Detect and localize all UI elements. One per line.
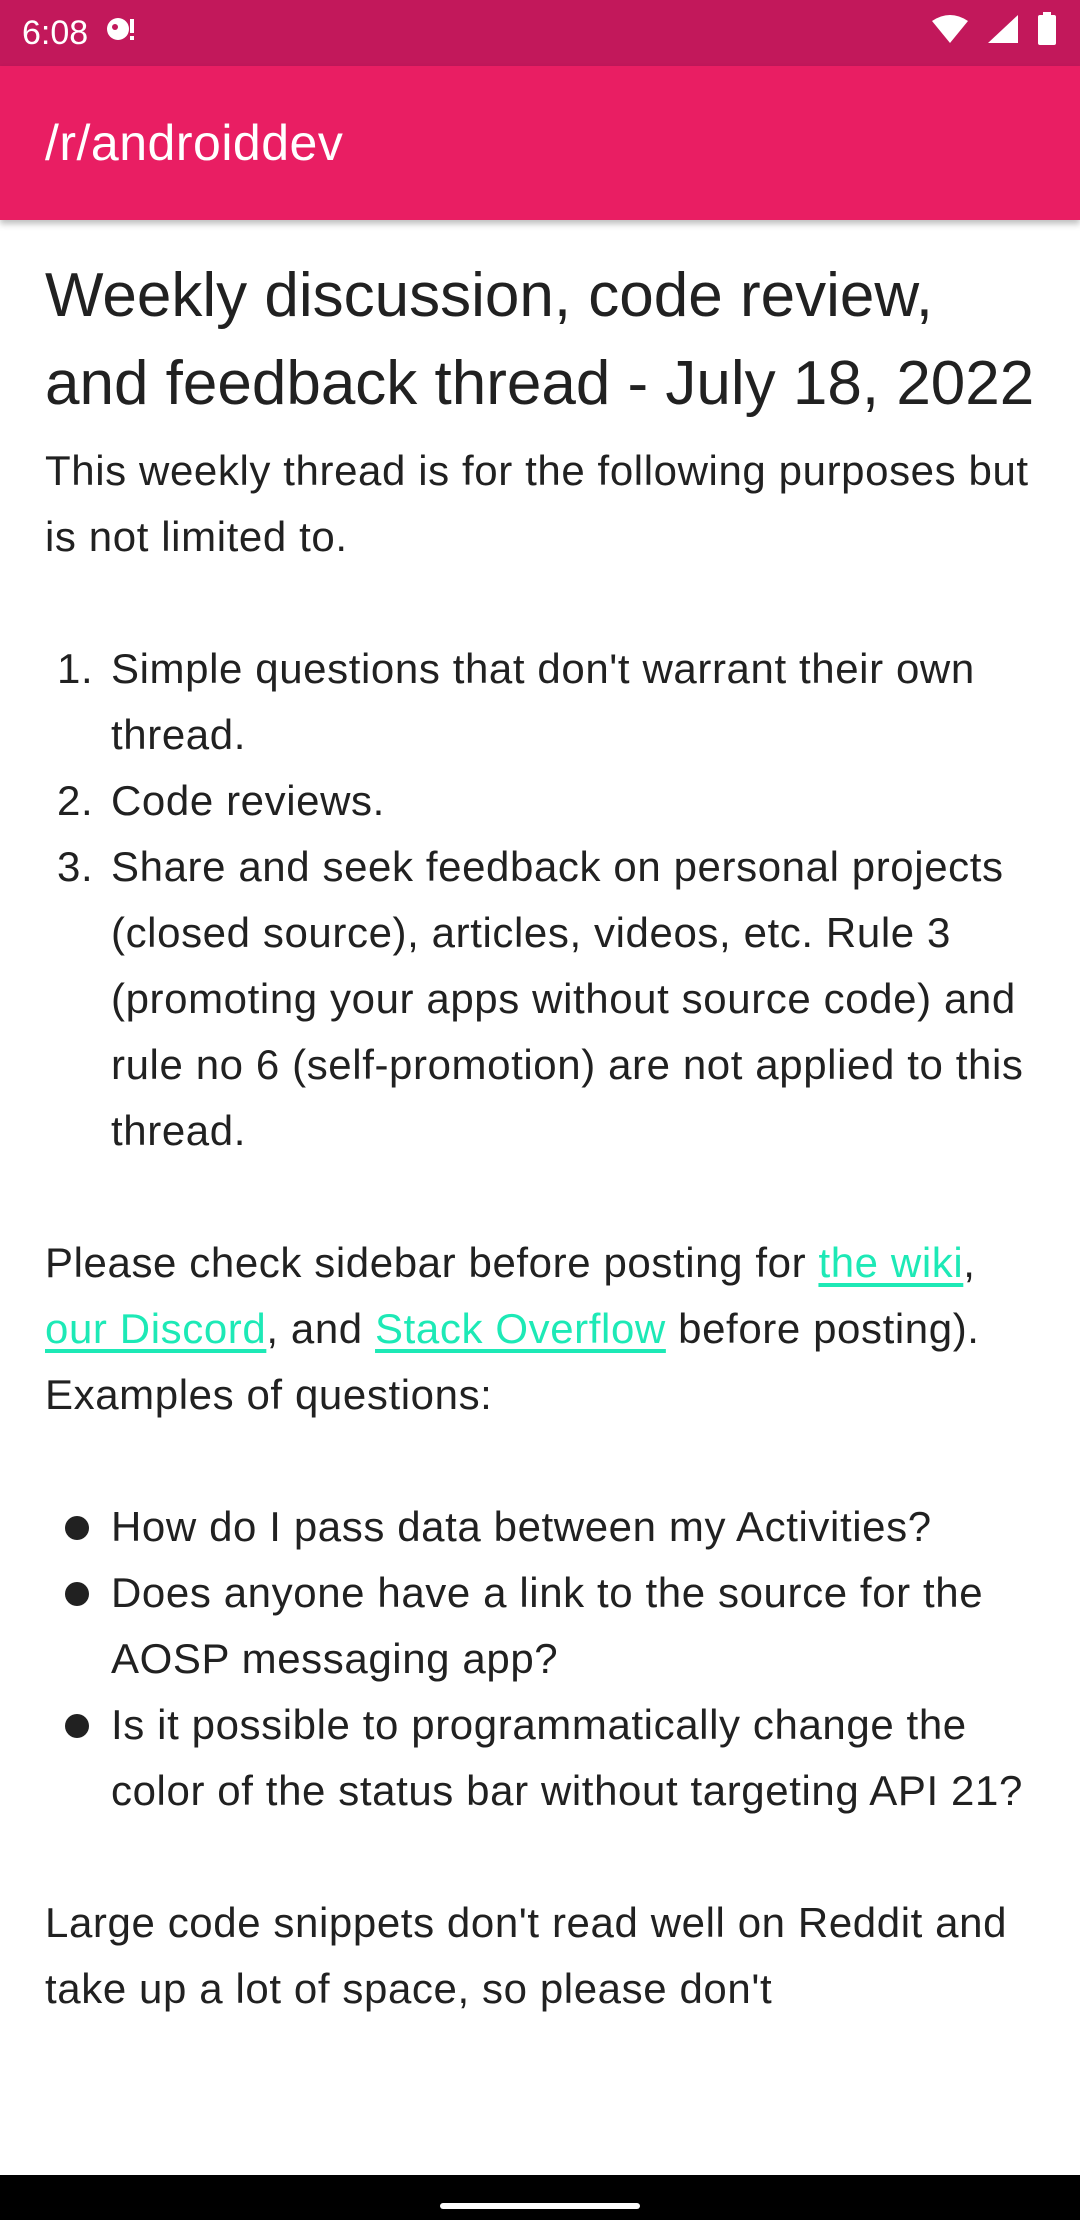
status-time: 6:08 bbox=[22, 13, 89, 52]
purpose-list: 1. Simple questions that don't warrant t… bbox=[45, 636, 1035, 1164]
bullet-icon bbox=[65, 1714, 89, 1738]
list-item-text: How do I pass data between my Activities… bbox=[111, 1503, 932, 1550]
closing-paragraph: Large code snippets don't read well on R… bbox=[45, 1899, 1008, 2012]
post-body: This weekly thread is for the following … bbox=[45, 438, 1035, 2022]
intro-paragraph: This weekly thread is for the following … bbox=[45, 447, 1029, 560]
list-item: 2. Code reviews. bbox=[45, 768, 1035, 834]
app-bar: /r/androiddev bbox=[0, 66, 1080, 220]
list-item: Is it possible to programmatically chang… bbox=[45, 1692, 1035, 1824]
list-item-text: Code reviews. bbox=[111, 777, 385, 824]
bullet-icon bbox=[65, 1582, 89, 1606]
status-right bbox=[930, 11, 1058, 55]
list-item-text: Simple questions that don't warrant thei… bbox=[111, 645, 975, 758]
discord-link[interactable]: our Discord bbox=[45, 1305, 266, 1352]
list-item-text: Share and seek feedback on personal proj… bbox=[111, 843, 1024, 1154]
wiki-link[interactable]: the wiki bbox=[818, 1239, 963, 1286]
bullet-icon bbox=[65, 1516, 89, 1540]
list-number: 3. bbox=[57, 843, 94, 890]
sidebar-sep: , and bbox=[266, 1305, 376, 1352]
list-item-text: Is it possible to programmatically chang… bbox=[111, 1701, 1023, 1814]
post-title: Weekly discussion, code review, and feed… bbox=[45, 261, 1035, 418]
app-title: /r/androiddev bbox=[45, 115, 344, 171]
notification-icon bbox=[102, 13, 138, 54]
list-item: How do I pass data between my Activities… bbox=[45, 1494, 1035, 1560]
status-bar: 6:08 bbox=[0, 0, 1080, 66]
post-content: Weekly discussion, code review, and feed… bbox=[45, 220, 1035, 2175]
list-number: 2. bbox=[57, 777, 94, 824]
list-item: 1. Simple questions that don't warrant t… bbox=[45, 636, 1035, 768]
list-item: Does anyone have a link to the source fo… bbox=[45, 1560, 1035, 1692]
battery-icon bbox=[1036, 11, 1058, 55]
stackoverflow-link[interactable]: Stack Overflow bbox=[375, 1305, 666, 1352]
list-item: 3. Share and seek feedback on personal p… bbox=[45, 834, 1035, 1164]
list-number: 1. bbox=[57, 645, 94, 692]
list-item-text: Does anyone have a link to the source fo… bbox=[111, 1569, 984, 1682]
wifi-icon bbox=[930, 13, 970, 54]
sidebar-paragraph: Please check sidebar before posting for … bbox=[45, 1230, 1035, 1428]
sidebar-sep: , bbox=[963, 1239, 976, 1286]
signal-icon bbox=[986, 13, 1020, 54]
examples-list: How do I pass data between my Activities… bbox=[45, 1494, 1035, 1824]
navigation-bar bbox=[0, 2175, 1080, 2220]
sidebar-text-before: Please check sidebar before posting for bbox=[45, 1239, 819, 1286]
home-handle[interactable] bbox=[440, 2203, 640, 2209]
status-left: 6:08 bbox=[22, 13, 138, 54]
screen: 6:08 /r/androiddev Weekly discussion, co… bbox=[0, 0, 1080, 2220]
